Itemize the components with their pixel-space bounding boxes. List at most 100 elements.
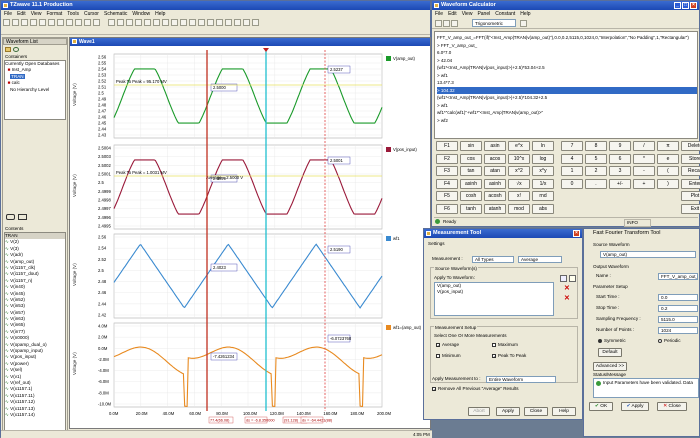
calc-key[interactable]: Store bbox=[681, 153, 700, 164]
signal-item[interactable]: ∿ V(x1157.14) bbox=[5, 412, 65, 418]
meas-remove-all-icon[interactable]: ✕ bbox=[564, 295, 570, 302]
toolbar-icon-1[interactable] bbox=[3, 19, 10, 26]
calc-key[interactable]: x^2 bbox=[508, 166, 530, 176]
calc-key[interactable]: * bbox=[633, 153, 655, 164]
calc-key[interactable]: 6 bbox=[609, 153, 631, 164]
calc-line[interactable]: > wf2 bbox=[437, 117, 697, 125]
calc-line[interactable]: (wf1*<Inst_Amp|TRAN|v(pos_input)>)+2.5)*… bbox=[437, 94, 697, 102]
minimize-button[interactable]: _ bbox=[674, 2, 681, 9]
toolbar-icon-15[interactable] bbox=[135, 19, 142, 26]
menu-format[interactable]: Format bbox=[46, 11, 62, 17]
calc-key[interactable]: cosh bbox=[460, 191, 482, 201]
calc-key[interactable]: asinh bbox=[484, 178, 506, 189]
meas-option-average[interactable]: ✓ Average bbox=[436, 342, 459, 348]
calc-line[interactable]: > FFT_V_amp_out_ bbox=[437, 42, 697, 50]
cursor-handle[interactable] bbox=[263, 48, 269, 52]
meas-waveform-list[interactable]: V(amp_out) V(pos_input) bbox=[434, 282, 554, 316]
calc-key[interactable]: abs bbox=[532, 203, 554, 214]
calc-key[interactable]: 7 bbox=[561, 141, 583, 151]
calc-open-icon[interactable] bbox=[443, 20, 450, 27]
toolbar-icon-20[interactable] bbox=[180, 19, 187, 26]
calc-key[interactable]: F1 bbox=[436, 141, 458, 151]
calc-key[interactable]: ( bbox=[657, 166, 679, 176]
calc-key[interactable]: mod bbox=[508, 203, 530, 214]
calc-key[interactable]: π bbox=[657, 141, 679, 151]
meas-close-button[interactable]: × bbox=[573, 230, 580, 237]
toolbar-icon-19[interactable] bbox=[171, 19, 178, 26]
fft-stop-input[interactable]: 0.2 bbox=[658, 305, 698, 312]
toolbar-icon-10[interactable] bbox=[84, 19, 91, 26]
toolbar-icon-5[interactable] bbox=[39, 19, 46, 26]
toolbar-icon-7[interactable] bbox=[57, 19, 64, 26]
toolbar-icon-16[interactable] bbox=[144, 19, 151, 26]
calc-key[interactable]: atanh bbox=[484, 203, 506, 214]
toolbar-icon-21[interactable] bbox=[189, 19, 196, 26]
fft-periodic-radio[interactable]: Periodic bbox=[658, 338, 681, 344]
calc-key[interactable]: F6 bbox=[436, 203, 458, 214]
calc-line[interactable]: wf1*"calc(wf1)"+wf1*"<Inst_Amp|TRAN|v(am… bbox=[437, 109, 697, 117]
calc-key[interactable]: 10^x bbox=[508, 153, 530, 164]
calc-key[interactable]: 9 bbox=[609, 141, 631, 151]
calc-key[interactable]: +/- bbox=[609, 178, 631, 189]
meas-measure-select[interactable]: Average bbox=[518, 256, 562, 263]
calc-key[interactable]: F3 bbox=[436, 166, 458, 176]
toolbar-icon-23[interactable] bbox=[207, 19, 214, 26]
toolbar-icon-4[interactable] bbox=[30, 19, 37, 26]
calc-key[interactable]: 4 bbox=[561, 153, 583, 164]
meas-remove-previous[interactable]: ✓ Remove All Previous "Average" Results bbox=[432, 386, 519, 392]
calc-key[interactable]: 5 bbox=[585, 153, 607, 164]
toolbar-icon-28[interactable] bbox=[252, 19, 259, 26]
fft-symmetric-radio[interactable]: Symmetric bbox=[598, 338, 626, 344]
calc-line[interactable]: > 104.32 bbox=[437, 86, 697, 94]
fft-name-input[interactable]: FFT_V_amp_out_ bbox=[658, 273, 698, 280]
calc-key[interactable]: tanh bbox=[460, 203, 482, 214]
calc-key[interactable]: cos bbox=[460, 153, 482, 164]
calc-key[interactable]: / bbox=[633, 141, 655, 151]
fft-freq-input[interactable]: 5115.0 bbox=[658, 316, 698, 323]
menu-cursor[interactable]: Cursor bbox=[84, 11, 99, 17]
calc-menu-edit[interactable]: Edit bbox=[448, 11, 457, 17]
calc-expression-list[interactable]: FFT_V_amp_out_=FFT(if("<Inst_Amp|TRAN|v(… bbox=[434, 31, 698, 139]
calc-line[interactable]: FFT_V_amp_out_=FFT(if("<Inst_Amp|TRAN|v(… bbox=[437, 34, 697, 42]
toolbar-icon-27[interactable] bbox=[243, 19, 250, 26]
fft-apply-button[interactable]: ✔ Apply bbox=[621, 402, 649, 411]
meas-apply-measurement-select[interactable]: Entire Waveform bbox=[486, 376, 556, 383]
meas-option-peak[interactable]: ✓ Peak To Peak bbox=[492, 353, 526, 359]
calc-key[interactable]: √x bbox=[508, 178, 530, 189]
meas-option-maximum[interactable]: Maximum bbox=[492, 342, 518, 348]
meas-abort-button[interactable]: Abort bbox=[468, 407, 490, 416]
calc-line[interactable]: > 42.04 bbox=[437, 57, 697, 65]
calc-key[interactable]: sin bbox=[460, 141, 482, 151]
calc-key[interactable]: asinh bbox=[460, 178, 482, 189]
calc-key[interactable]: asin bbox=[484, 141, 506, 151]
calc-line[interactable]: > wf1 bbox=[437, 72, 697, 80]
menu-edit[interactable]: Edit bbox=[17, 11, 26, 17]
remove-previous-checkbox[interactable]: ✓ bbox=[432, 386, 436, 391]
menu-file[interactable]: File bbox=[4, 11, 12, 17]
calc-menu-help[interactable]: Help bbox=[520, 11, 530, 17]
calc-key[interactable]: 3 bbox=[609, 166, 631, 176]
calc-key[interactable]: 8 bbox=[585, 141, 607, 151]
fft-advanced-button[interactable]: Advanced >> bbox=[593, 362, 627, 371]
calc-line[interactable]: (wf1*<Inst_Amp|TRAN|v(pos_input)>)+2.5)*… bbox=[437, 64, 697, 72]
meas-apply-button[interactable]: Apply bbox=[496, 407, 520, 416]
calc-key[interactable]: x! bbox=[508, 191, 530, 201]
calc-line[interactable]: > wf1 bbox=[437, 102, 697, 110]
calc-key[interactable]: 2 bbox=[585, 166, 607, 176]
folder-icon[interactable] bbox=[5, 47, 11, 52]
maximize-button[interactable]: □ bbox=[682, 2, 689, 9]
toolbar-icon-25[interactable] bbox=[225, 19, 232, 26]
toolbar-icon-9[interactable] bbox=[75, 19, 82, 26]
meas-remove-icon[interactable]: ✕ bbox=[564, 285, 570, 292]
calc-key[interactable]: rnd bbox=[532, 191, 554, 201]
calc-key[interactable]: - bbox=[633, 166, 655, 176]
meas-waveform-item[interactable]: V(pos_input) bbox=[437, 289, 553, 295]
calc-key[interactable]: atan bbox=[484, 166, 506, 176]
fft-start-input[interactable]: 0.0 bbox=[658, 294, 698, 301]
meas-help-button[interactable]: Help bbox=[552, 407, 576, 416]
calc-key[interactable]: Recall bbox=[681, 166, 700, 176]
refresh-icon[interactable] bbox=[13, 47, 19, 52]
fft-default-button[interactable]: Default bbox=[598, 348, 622, 357]
fft-close-button[interactable]: ✕ Close bbox=[657, 402, 687, 411]
calc-key[interactable]: 0 bbox=[561, 178, 583, 189]
